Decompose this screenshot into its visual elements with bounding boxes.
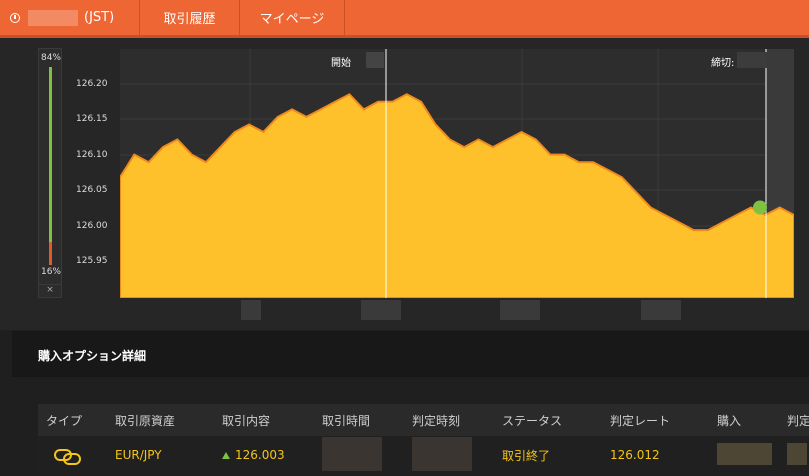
redacted-start-time — [366, 52, 384, 68]
redacted-judge — [787, 442, 807, 465]
col-purchase: 購入 — [717, 413, 742, 428]
status-cell: 取引終了 — [502, 448, 551, 463]
y-tick-label: 126.15 — [76, 114, 108, 124]
redacted-end-time — [737, 52, 767, 68]
col-asset: 取引原資産 — [115, 413, 176, 428]
rate-cell: 126.012 — [610, 448, 660, 462]
purchase-detail-header: 購入オプション詳細 — [12, 331, 809, 377]
redacted-x-label — [500, 300, 540, 320]
col-judge-time: 判定時刻 — [412, 413, 461, 428]
price-chart — [120, 49, 794, 298]
redacted-time — [28, 9, 78, 26]
table-header: タイプ 取引原資産 取引内容 取引時間 判定時刻 ステータス 判定レート 購入 … — [38, 404, 809, 436]
gauge-close-button[interactable]: × — [38, 284, 62, 298]
redacted-x-label — [641, 300, 681, 320]
chart-panel: 84% 16% × 126.20 126.15 126.10 126.05 12… — [0, 38, 809, 330]
redacted-purchase — [717, 442, 772, 465]
tab-my-page[interactable]: マイページ — [240, 0, 345, 35]
start-label: 開始 — [331, 58, 351, 69]
y-tick-label: 126.05 — [76, 185, 108, 195]
redacted-x-label — [241, 300, 261, 320]
table-row[interactable]: EUR/JPY 126.003 取引終了 126.012 — [38, 436, 809, 474]
content-value: 126.003 — [235, 448, 285, 462]
purchase-table: タイプ 取引原資産 取引内容 取引時間 判定時刻 ステータス 判定レート 購入 … — [38, 404, 809, 474]
col-content: 取引内容 — [222, 413, 271, 428]
col-trade-time: 取引時間 — [322, 413, 371, 428]
gauge-up-percent: 84% — [40, 53, 61, 63]
col-rate: 判定レート — [610, 413, 671, 428]
redacted-trade-time — [322, 436, 382, 471]
asset-cell: EUR/JPY — [115, 448, 162, 462]
sentiment-gauge: 84% 16% — [38, 48, 62, 298]
current-price-marker — [753, 200, 767, 215]
clock-icon — [10, 12, 20, 23]
y-tick-label: 126.20 — [76, 79, 108, 89]
redacted-x-label — [361, 300, 401, 320]
y-tick-label: 125.95 — [76, 256, 108, 266]
col-type: タイプ — [46, 413, 83, 428]
gauge-up-bar — [49, 67, 52, 242]
judge-time-cell — [412, 436, 502, 474]
gauge-down-percent: 16% — [40, 267, 61, 277]
timezone-label: (JST) — [84, 10, 115, 25]
content-cell: 126.003 — [222, 448, 322, 462]
tab-trade-history[interactable]: 取引履歴 — [140, 0, 240, 35]
purchase-cell — [717, 442, 787, 468]
server-time: (JST) — [0, 0, 140, 35]
app-root: { "header": { "timezone_label": "(JST)",… — [0, 0, 809, 476]
redacted-judge-time — [412, 436, 472, 471]
y-tick-label: 126.10 — [76, 150, 108, 160]
type-cell — [38, 447, 115, 465]
y-tick-label: 126.00 — [76, 221, 108, 231]
col-judge: 判定 — [787, 413, 809, 428]
section-title: 購入オプション詳細 — [38, 349, 147, 363]
currency-pair-icon — [54, 447, 81, 465]
judge-cell — [787, 442, 809, 468]
up-arrow-icon — [222, 452, 230, 459]
col-status: ステータス — [502, 413, 563, 428]
end-label: 締切: — [711, 58, 735, 69]
top-nav-bar: (JST) 取引履歴 マイページ — [0, 0, 809, 35]
trade-time-cell — [322, 436, 412, 474]
gauge-down-bar — [49, 242, 52, 265]
